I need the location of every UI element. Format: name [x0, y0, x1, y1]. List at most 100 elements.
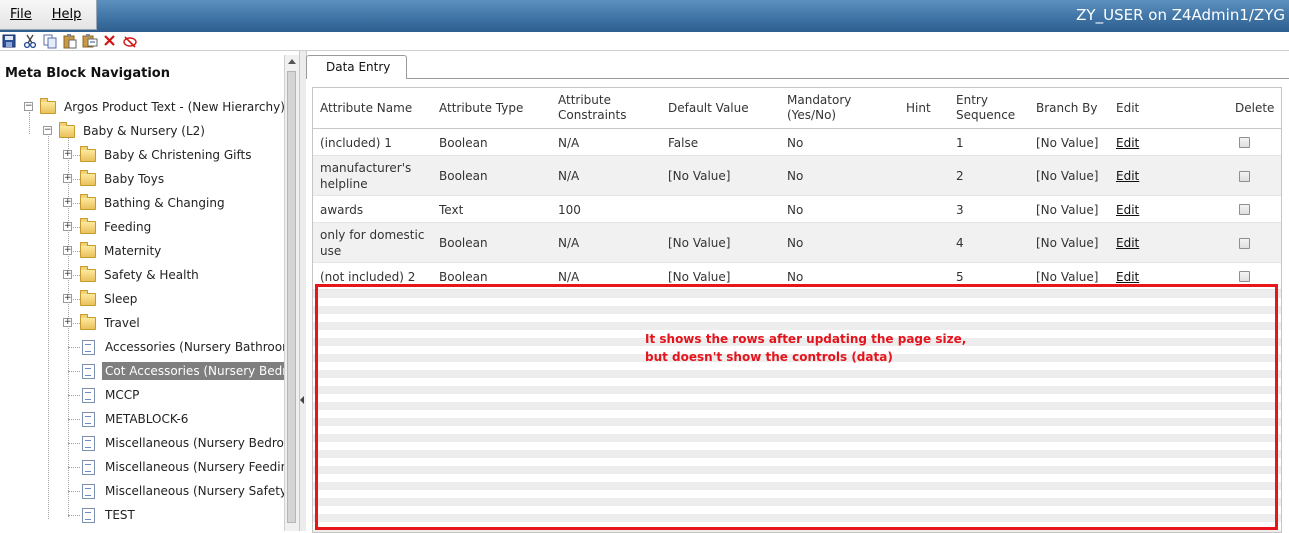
- copy-icon[interactable]: [42, 33, 58, 49]
- cell-branch-by: [No Value]: [1036, 135, 1099, 150]
- nav-title: Meta Block Navigation: [5, 66, 170, 81]
- tree-node-metablock[interactable]: TEST: [82, 505, 138, 525]
- tree-node-metablock[interactable]: METABLOCK-6: [82, 409, 191, 429]
- cell-attribute-type: Boolean: [439, 236, 488, 250]
- cut-icon[interactable]: [22, 33, 38, 49]
- tree-node-metablock[interactable]: MCCP: [82, 385, 142, 405]
- tree-node-folder[interactable]: + Travel: [63, 313, 143, 333]
- header-mandatory-line1: Mandatory: [787, 93, 852, 107]
- collapse-icon[interactable]: −: [43, 126, 52, 135]
- header-hint[interactable]: Hint: [906, 88, 931, 128]
- table-row: (included) 1 Boolean N/A False No 1 [No Value]…: [313, 129, 1281, 156]
- expand-icon[interactable]: +: [63, 174, 72, 183]
- cell-attribute-name: awards: [320, 202, 364, 217]
- document-icon: [82, 459, 95, 475]
- expand-icon[interactable]: +: [63, 150, 72, 159]
- tab-data-entry[interactable]: Data Entry: [306, 55, 408, 79]
- cell-entry-sequence: 3: [956, 202, 964, 217]
- toolbar: [0, 32, 1289, 51]
- folder-icon: [80, 241, 96, 258]
- cell-edit: Edit: [1116, 156, 1176, 196]
- tree-node-root[interactable]: − Argos Product Text - (New Hierarchy): [24, 97, 284, 117]
- cell-edit: Edit: [1116, 129, 1176, 156]
- expand-icon[interactable]: +: [63, 270, 72, 279]
- expand-icon[interactable]: +: [63, 318, 72, 327]
- scroll-thumb[interactable]: [287, 71, 296, 523]
- cell-entry-sequence: 1: [956, 135, 964, 150]
- header-attribute-constraints[interactable]: Attribute Constraints: [558, 88, 626, 128]
- edit-link[interactable]: Edit: [1116, 202, 1139, 218]
- table-row: awards Text 100 No 3 [No Value] Edit: [313, 196, 1281, 223]
- delete-checkbox[interactable]: [1239, 170, 1250, 182]
- header-entry-sequence[interactable]: Entry Sequence: [956, 88, 1015, 128]
- header-edit[interactable]: Edit: [1116, 88, 1139, 128]
- tree-node-metablock[interactable]: Miscellaneous (Nursery Feeding): [82, 457, 284, 477]
- tree-node-folder[interactable]: + Baby Toys: [63, 169, 167, 189]
- tree-node-metablock[interactable]: Accessories (Nursery Bathroom): [82, 337, 284, 357]
- paste-special-icon[interactable]: [82, 33, 98, 49]
- document-icon: [82, 411, 95, 427]
- edit-link[interactable]: Edit: [1116, 168, 1139, 184]
- expand-icon[interactable]: +: [63, 198, 72, 207]
- cell-attribute-name: manufacturer's helpline: [320, 161, 412, 191]
- tree-node-metablock[interactable]: Cot Accessories (Nursery Bedroom): [82, 361, 284, 381]
- tree-node-folder[interactable]: + Sleep: [63, 289, 140, 309]
- edit-link[interactable]: Edit: [1116, 135, 1139, 151]
- cell-default-value: [668, 196, 783, 223]
- collapse-icon[interactable]: −: [24, 102, 33, 111]
- delete-icon[interactable]: [102, 33, 118, 49]
- grid-header: Attribute Name Attribute Type Attribute …: [313, 88, 1281, 129]
- tree-node-folder[interactable]: + Maternity: [63, 241, 164, 261]
- tree-node-metablock[interactable]: Miscellaneous (Nursery Bedroom): [82, 433, 284, 453]
- annotation-line-2: but doesn't show the controls (data): [645, 350, 893, 364]
- expand-icon[interactable]: +: [63, 246, 72, 255]
- menu-file[interactable]: File: [0, 7, 42, 22]
- tree-node-folder[interactable]: + Safety & Health: [63, 265, 202, 285]
- annotation-highlight-box: [315, 284, 1278, 530]
- meta-block-navigation-panel: Meta Block Navigation − Argos Product Te…: [0, 51, 284, 531]
- nav-scrollbar[interactable]: [284, 55, 299, 531]
- scroll-up-arrow-icon[interactable]: [288, 59, 296, 64]
- save-icon[interactable]: [2, 33, 18, 49]
- edit-link[interactable]: Edit: [1116, 235, 1139, 251]
- document-icon: [82, 483, 95, 499]
- collapse-panel-arrow-icon[interactable]: [300, 396, 304, 404]
- header-default-value[interactable]: Default Value: [668, 88, 749, 128]
- header-attribute-constraints-line1: Attribute: [558, 93, 611, 107]
- clear-icon[interactable]: [122, 33, 138, 49]
- folder-icon: [80, 145, 96, 162]
- delete-checkbox[interactable]: [1239, 237, 1250, 249]
- menu-help[interactable]: Help: [42, 7, 92, 22]
- cell-branch-by: [No Value]: [1036, 236, 1099, 250]
- delete-checkbox[interactable]: [1239, 271, 1250, 282]
- cell-hint: [906, 156, 951, 196]
- delete-checkbox[interactable]: [1239, 137, 1250, 148]
- tree-node-baby-nursery[interactable]: − Baby & Nursery (L2): [43, 121, 208, 141]
- expand-icon[interactable]: +: [63, 222, 72, 231]
- tree-node-folder[interactable]: + Bathing & Changing: [63, 193, 228, 213]
- folder-icon: [80, 289, 96, 306]
- delete-checkbox[interactable]: [1239, 204, 1250, 215]
- paste-icon[interactable]: [62, 33, 78, 49]
- header-entry-sequence-line2: Sequence: [956, 108, 1016, 122]
- edit-link[interactable]: Edit: [1116, 269, 1139, 285]
- expand-icon[interactable]: +: [63, 294, 72, 303]
- cell-branch-by: [No Value]: [1036, 169, 1099, 183]
- header-entry-sequence-line1: Entry: [956, 93, 988, 107]
- cell-attribute-name: only for domestic use: [320, 228, 425, 258]
- header-branch-by[interactable]: Branch By: [1036, 88, 1097, 128]
- cell-mandatory: No: [787, 202, 804, 217]
- header-mandatory[interactable]: Mandatory (Yes/No): [787, 88, 851, 128]
- header-attribute-name[interactable]: Attribute Name: [320, 88, 412, 128]
- cell-attribute-type: Text: [439, 202, 464, 217]
- cell-mandatory: No: [787, 135, 804, 150]
- header-attribute-constraints-line2: Constraints: [558, 108, 627, 122]
- tree-node-folder[interactable]: + Baby & Christening Gifts: [63, 145, 254, 165]
- folder-icon: [59, 121, 75, 138]
- header-attribute-type[interactable]: Attribute Type: [439, 88, 523, 128]
- tree-node-metablock[interactable]: Miscellaneous (Nursery Safety): [82, 481, 284, 501]
- tree-line: [68, 443, 80, 444]
- tree-node-folder[interactable]: + Feeding: [63, 217, 154, 237]
- header-delete[interactable]: Delete: [1235, 88, 1274, 128]
- header-mandatory-line2: (Yes/No): [787, 108, 837, 122]
